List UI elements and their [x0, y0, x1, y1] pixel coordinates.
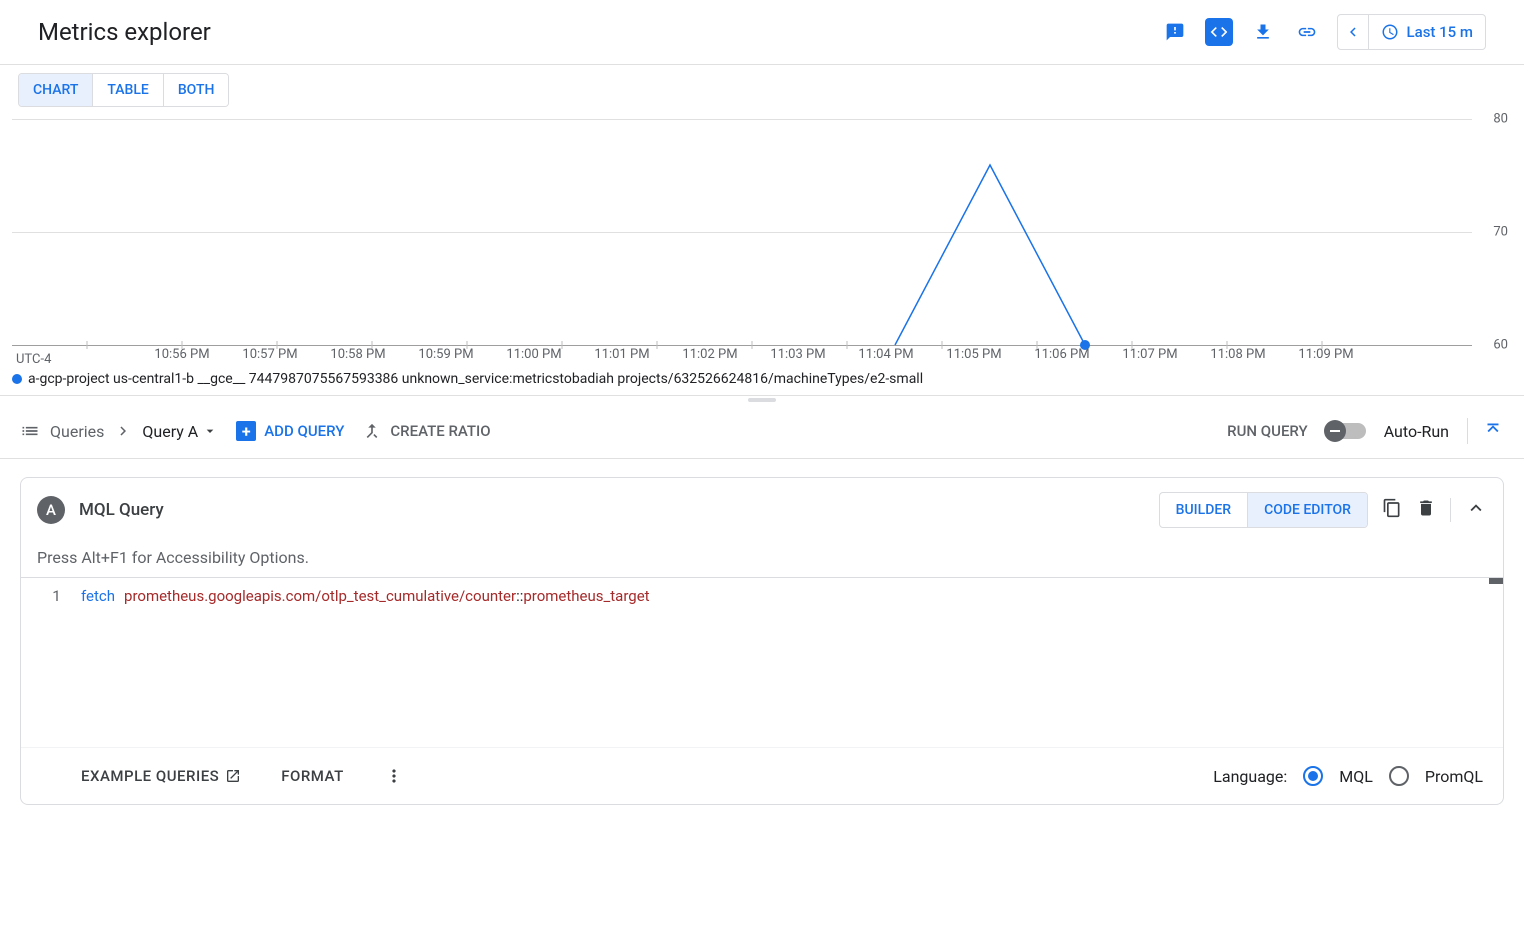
- autorun-toggle[interactable]: [1326, 423, 1366, 439]
- download-icon[interactable]: [1249, 18, 1277, 46]
- query-panel: A MQL Query BUILDER CODE EDITOR Press Al…: [20, 477, 1504, 805]
- time-range-label: Last 15 m: [1407, 23, 1473, 41]
- tab-chart[interactable]: CHART: [19, 74, 92, 106]
- delete-icon[interactable]: [1416, 498, 1436, 522]
- add-query-button[interactable]: + ADD QUERY: [236, 421, 344, 441]
- autorun-label: Auto-Run: [1384, 422, 1449, 441]
- code-editor-mode-button[interactable]: CODE EDITOR: [1247, 493, 1367, 527]
- merge-icon: [362, 421, 382, 441]
- feedback-icon[interactable]: [1161, 18, 1189, 46]
- collapse-all-button[interactable]: [1467, 418, 1504, 444]
- editor-mode-toggle: BUILDER CODE EDITOR: [1159, 492, 1368, 528]
- prev-time-button[interactable]: [1337, 14, 1369, 50]
- example-queries-button[interactable]: EXAMPLE QUERIES: [81, 767, 241, 785]
- accessibility-hint: Press Alt+F1 for Accessibility Options.: [21, 542, 1503, 577]
- format-button[interactable]: FORMAT: [281, 767, 343, 785]
- scroll-marker: [1489, 578, 1503, 584]
- code-content[interactable]: fetch prometheus.googleapis.com/otlp_tes…: [71, 578, 1503, 747]
- radio-promql[interactable]: [1389, 766, 1409, 786]
- code-editor[interactable]: 1 fetch prometheus.googleapis.com/otlp_t…: [21, 577, 1503, 747]
- more-menu-button[interactable]: [384, 766, 404, 786]
- language-label: Language:: [1213, 767, 1287, 786]
- run-query-button[interactable]: RUN QUERY: [1227, 422, 1308, 440]
- breadcrumb: Queries Query A: [20, 421, 218, 441]
- builder-mode-button[interactable]: BUILDER: [1160, 493, 1247, 527]
- create-ratio-button[interactable]: CREATE RATIO: [362, 421, 490, 441]
- open-external-icon: [225, 768, 241, 784]
- chart-plot: [12, 107, 1342, 352]
- view-tabs: CHART TABLE BOTH: [18, 73, 229, 107]
- tab-both[interactable]: BOTH: [163, 74, 229, 106]
- code-icon[interactable]: [1205, 18, 1233, 46]
- dropdown-icon: [202, 423, 218, 439]
- chevron-right-icon: [114, 422, 132, 440]
- time-range-button[interactable]: Last 15 m: [1369, 14, 1486, 50]
- plus-icon: +: [236, 421, 256, 441]
- x-axis: 10:56 PM 10:57 PM 10:58 PM 10:59 PM 11:0…: [12, 347, 1472, 367]
- chart-legend[interactable]: a-gcp-project us-central1-b __gce__ 7447…: [0, 367, 1524, 395]
- current-query[interactable]: Query A: [142, 422, 218, 441]
- lang-mql-label: MQL: [1339, 767, 1373, 786]
- legend-label: a-gcp-project us-central1-b __gce__ 7447…: [28, 371, 923, 387]
- header-actions: Last 15 m: [1161, 14, 1486, 50]
- y-axis: 80 70 60: [1472, 107, 1508, 347]
- tab-table[interactable]: TABLE: [92, 74, 162, 106]
- legend-color-dot: [12, 374, 22, 384]
- more-vert-icon: [384, 766, 404, 786]
- page-title: Metrics explorer: [38, 18, 211, 46]
- resize-handle[interactable]: [0, 395, 1524, 404]
- line-gutter: 1: [21, 578, 71, 747]
- chart[interactable]: 80 70 60 UTC-4 10:56 PM 10:57 PM 10:58 P…: [12, 107, 1512, 367]
- lang-promql-label: PromQL: [1425, 767, 1483, 786]
- radio-mql[interactable]: [1303, 766, 1323, 786]
- collapse-panel-icon[interactable]: [1465, 497, 1487, 523]
- link-icon[interactable]: [1293, 18, 1321, 46]
- copy-icon[interactable]: [1382, 498, 1402, 522]
- query-panel-title: MQL Query: [79, 500, 164, 520]
- list-icon: [20, 421, 40, 441]
- query-badge: A: [37, 496, 65, 524]
